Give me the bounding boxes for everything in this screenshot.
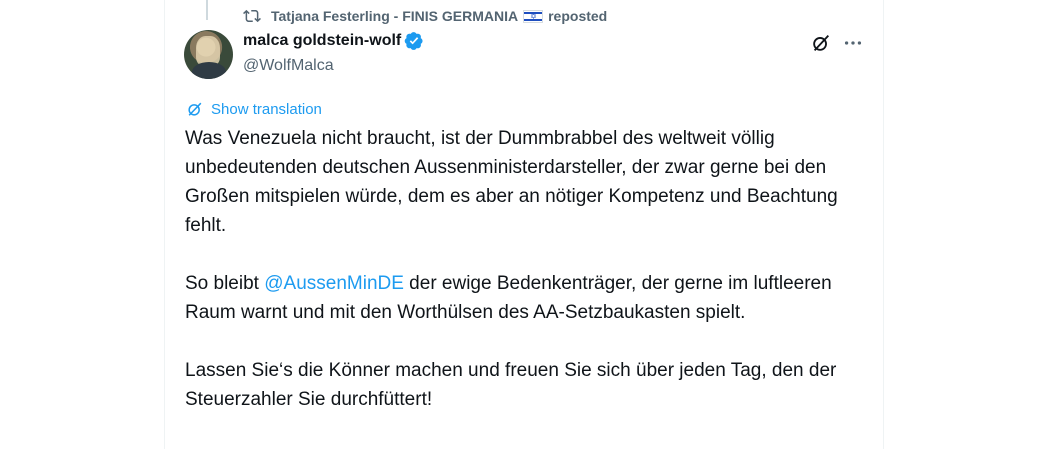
tweet-text-segment: So bleibt (185, 273, 265, 294)
show-translation-link[interactable]: Show translation (211, 101, 322, 118)
grok-icon[interactable] (810, 32, 832, 54)
author-handle[interactable]: @WolfMalca (243, 57, 334, 75)
show-translation-row[interactable]: Show translation (185, 99, 322, 119)
tweet-text: Was Venezuela nicht braucht, ist der Dum… (185, 124, 865, 443)
verified-badge-icon[interactable] (404, 31, 424, 51)
mention-link[interactable]: @AussenMinDE (264, 273, 404, 294)
author-name-row[interactable]: malca goldstein-wolf (243, 31, 424, 51)
israel-flag-icon: ✡ (523, 9, 544, 23)
author-display-name[interactable]: malca goldstein-wolf (243, 32, 401, 50)
tweet-paragraph-3: Lassen Sie‘s die Könner machen und freue… (185, 360, 837, 410)
translate-icon (188, 102, 202, 116)
more-options-icon[interactable] (842, 32, 864, 54)
tweet-paragraph-2: So bleibt @AussenMinDE der ewige Bedenke… (185, 269, 865, 327)
repost-icon (243, 9, 261, 23)
avatar[interactable] (184, 30, 233, 79)
tweet-paragraph-1: Was Venezuela nicht braucht, ist der Dum… (185, 128, 838, 236)
repost-label: reposted (548, 8, 608, 24)
repost-header[interactable]: Tatjana Festerling - FINIS GERMANIA ✡ re… (243, 6, 607, 26)
thread-connector-line (206, 0, 208, 20)
avatar-body (192, 62, 226, 79)
repost-user-name[interactable]: Tatjana Festerling - FINIS GERMANIA (271, 8, 518, 24)
